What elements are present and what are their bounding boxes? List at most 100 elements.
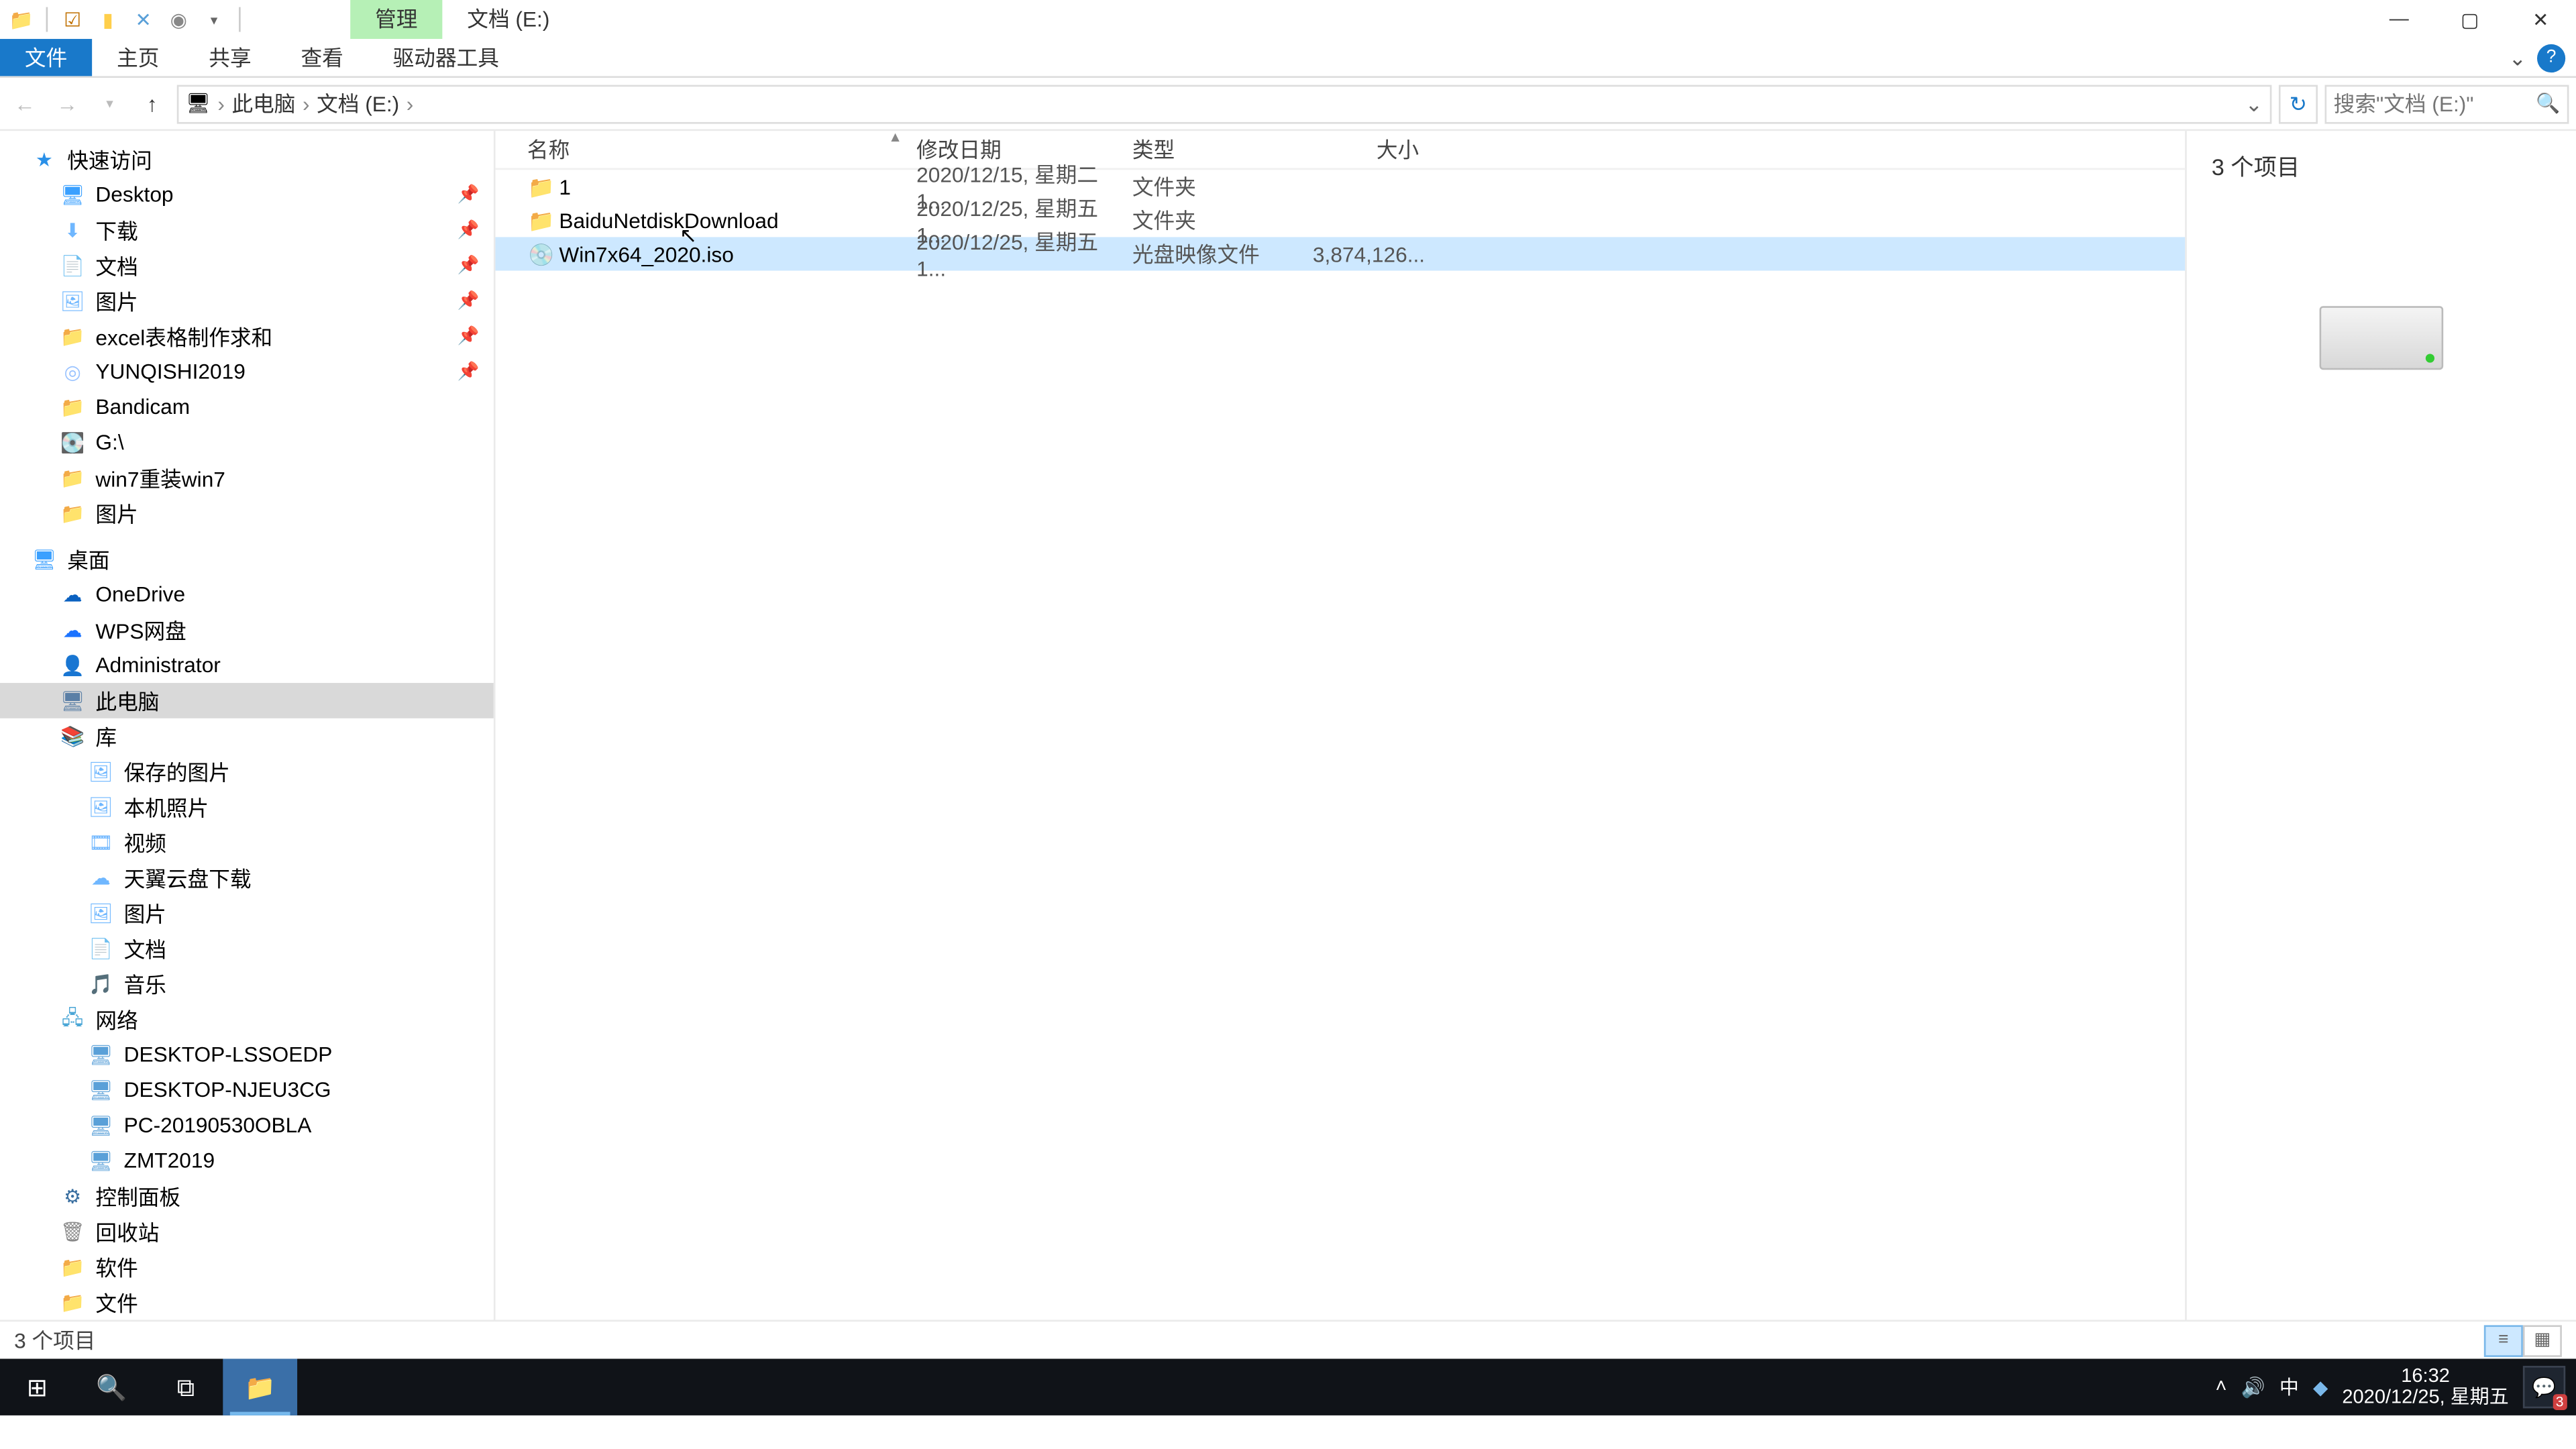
tree-files[interactable]: 📁文件 [0, 1285, 494, 1320]
col-name[interactable]: 名称▲ [527, 134, 916, 164]
ribbon-expand-icon[interactable]: ⌄ [2509, 45, 2527, 70]
nav-recent-dropdown[interactable]: ▾ [92, 86, 127, 121]
tree-net4[interactable]: 🖥ZMT2019 [0, 1143, 494, 1179]
tree-lib-docs[interactable]: 📄文档 [0, 930, 494, 966]
tree-g-drive[interactable]: 💽G:\ [0, 425, 494, 460]
table-row[interactable]: 📁12020/12/15, 星期二 1...文件夹 [495, 170, 2185, 203]
search-box[interactable]: 🔍 [2324, 84, 2569, 123]
tree-lib-music[interactable]: 🎵音乐 [0, 966, 494, 1002]
tree-onedrive[interactable]: ☁OneDrive [0, 577, 494, 612]
separator [239, 7, 241, 32]
address-bar[interactable]: 🖥 › 此电脑 › 文档 (E:) › ⌄ [177, 84, 2272, 123]
tree-label: 控制面板 [95, 1181, 180, 1211]
table-row[interactable]: 💿Win7x64_2020.iso2020/12/25, 星期五 1...光盘映… [495, 237, 2185, 270]
app-icon: 📁 [7, 5, 36, 34]
system-tray: ˄ 🔊 中 ◆ 16:32 2020/12/25, 星期五 💬3 [2216, 1358, 2576, 1415]
netpc-icon: 🖥 [89, 1148, 113, 1173]
tree-downloads[interactable]: ⬇下载📌 [0, 212, 494, 248]
view-icons-button[interactable]: ▦ [2523, 1324, 2562, 1356]
tree-admin[interactable]: 👤Administrator [0, 647, 494, 683]
notif-badge: 3 [2553, 1394, 2567, 1410]
tree-label: win7重装win7 [95, 463, 225, 493]
tree-label: 图片 [124, 898, 166, 928]
nav-up-button[interactable]: ↑ [134, 86, 170, 121]
minimize-button[interactable]: — [2364, 0, 2434, 39]
tree-label: 文档 [124, 933, 166, 963]
nav-tree[interactable]: ★快速访问 🖥Desktop📌 ⬇下载📌 📄文档📌 🖼图片📌 📁excel表格制… [0, 131, 495, 1320]
taskbar-explorer[interactable]: 📁 [223, 1358, 297, 1415]
tree-win7[interactable]: 📁win7重装win7 [0, 460, 494, 496]
col-type[interactable]: 类型 [1132, 134, 1313, 164]
tree-bandicam[interactable]: 📁Bandicam [0, 389, 494, 425]
tree-soft[interactable]: 📁软件 [0, 1249, 494, 1285]
chevron-right-icon[interactable]: › [407, 91, 414, 116]
tree-desktop[interactable]: 🖥Desktop📌 [0, 177, 494, 213]
refresh-button[interactable]: ↻ [2279, 84, 2318, 123]
breadcrumb-drive[interactable]: 文档 (E:) [317, 89, 399, 119]
action-center-button[interactable]: 💬3 [2523, 1366, 2565, 1408]
taskview-button[interactable]: ⧉ [149, 1358, 223, 1415]
contextual-tab-manage[interactable]: 管理 [350, 0, 442, 39]
tree-recycle[interactable]: 🗑回收站 [0, 1214, 494, 1249]
tree-net1[interactable]: 🖥DESKTOP-LSSOEDP [0, 1036, 494, 1072]
iso-icon: 💿 [527, 241, 555, 266]
tree-label: YUNQISHI2019 [95, 359, 245, 384]
tree-libs[interactable]: 📚库 [0, 718, 494, 754]
qat-props-icon[interactable]: ◉ [164, 5, 193, 34]
tree-lib-savedpics[interactable]: 🖼保存的图片 [0, 754, 494, 790]
nav-forward-button[interactable]: → [50, 86, 85, 121]
search-input[interactable] [2334, 91, 2529, 116]
ribbon-share-tab[interactable]: 共享 [184, 39, 276, 76]
qat-delete-icon[interactable]: ✕ [129, 5, 158, 34]
ribbon-drivetools-tab[interactable]: 驱动器工具 [368, 39, 524, 76]
maximize-button[interactable]: ▢ [2434, 0, 2505, 39]
taskbar-search[interactable]: 🔍 [74, 1358, 149, 1415]
tray-overflow-icon[interactable]: ˄ [2216, 1377, 2227, 1398]
tree-net3[interactable]: 🖥PC-20190530OBLA [0, 1108, 494, 1143]
ribbon-home-tab[interactable]: 主页 [92, 39, 184, 76]
tree-yunqishi[interactable]: ◎YUNQISHI2019📌 [0, 354, 494, 389]
close-button[interactable]: ✕ [2506, 0, 2576, 39]
folder-icon: 📁 [60, 394, 85, 419]
tree-excel[interactable]: 📁excel表格制作求和📌 [0, 319, 494, 354]
folder-icon: 📁 [60, 1254, 85, 1279]
tree-lib-sky[interactable]: ☁天翼云盘下载 [0, 860, 494, 896]
chevron-right-icon[interactable]: › [303, 91, 310, 116]
nav-back-button[interactable]: ← [7, 86, 43, 121]
ribbon-file-tab[interactable]: 文件 [0, 39, 92, 76]
qat-checkbox-icon[interactable]: ☑ [58, 5, 87, 34]
tree-desktop-root[interactable]: 🖥桌面 [0, 541, 494, 577]
titlebar: 📁 ☑ ▮ ✕ ◉ ▾ 管理 文档 (E:) — ▢ ✕ [0, 0, 2576, 39]
tree-lib-video[interactable]: 🎞视频 [0, 824, 494, 860]
tree-cp[interactable]: ⚙控制面板 [0, 1178, 494, 1214]
breadcrumb-thispc[interactable]: 此电脑 [231, 89, 295, 119]
qat-folder-icon[interactable]: ▮ [94, 5, 122, 34]
search-icon[interactable]: 🔍 [2536, 92, 2560, 115]
chevron-right-icon[interactable]: › [217, 91, 225, 116]
tree-label: 文件 [95, 1287, 138, 1318]
tray-volume-icon[interactable]: 🔊 [2241, 1376, 2265, 1399]
qat-dropdown-icon[interactable]: ▾ [200, 5, 228, 34]
tree-quick-access[interactable]: ★快速访问 [0, 142, 494, 177]
tray-ime-icon[interactable]: 中 [2279, 1373, 2299, 1401]
start-button[interactable]: ⊞ [0, 1358, 74, 1415]
tree-lib-pics[interactable]: 🖼图片 [0, 896, 494, 931]
tree-wps[interactable]: ☁WPS网盘 [0, 612, 494, 648]
taskbar-clock[interactable]: 16:32 2020/12/25, 星期五 [2342, 1366, 2508, 1409]
col-size[interactable]: 大小 [1313, 134, 1419, 164]
col-label: 名称 [527, 138, 570, 163]
tree-pics[interactable]: 🖼图片📌 [0, 283, 494, 319]
address-dropdown-icon[interactable]: ⌄ [2245, 91, 2263, 116]
tree-network[interactable]: 🖧网络 [0, 1002, 494, 1037]
tray-app-icon[interactable]: ◆ [2313, 1376, 2328, 1399]
tree-lib-localpics[interactable]: 🖼本机照片 [0, 789, 494, 824]
tree-pics2[interactable]: 📁图片 [0, 495, 494, 531]
tree-docs[interactable]: 📄文档📌 [0, 248, 494, 283]
view-details-button[interactable]: ≡ [2484, 1324, 2523, 1356]
help-icon[interactable]: ? [2537, 44, 2565, 72]
clock-time: 16:32 [2342, 1366, 2508, 1387]
ribbon-view-tab[interactable]: 查看 [276, 39, 368, 76]
tree-thispc[interactable]: 🖥此电脑 [0, 683, 494, 718]
tree-net2[interactable]: 🖥DESKTOP-NJEU3CG [0, 1072, 494, 1108]
table-row[interactable]: 📁BaiduNetdiskDownload2020/12/25, 星期五 1..… [495, 203, 2185, 237]
